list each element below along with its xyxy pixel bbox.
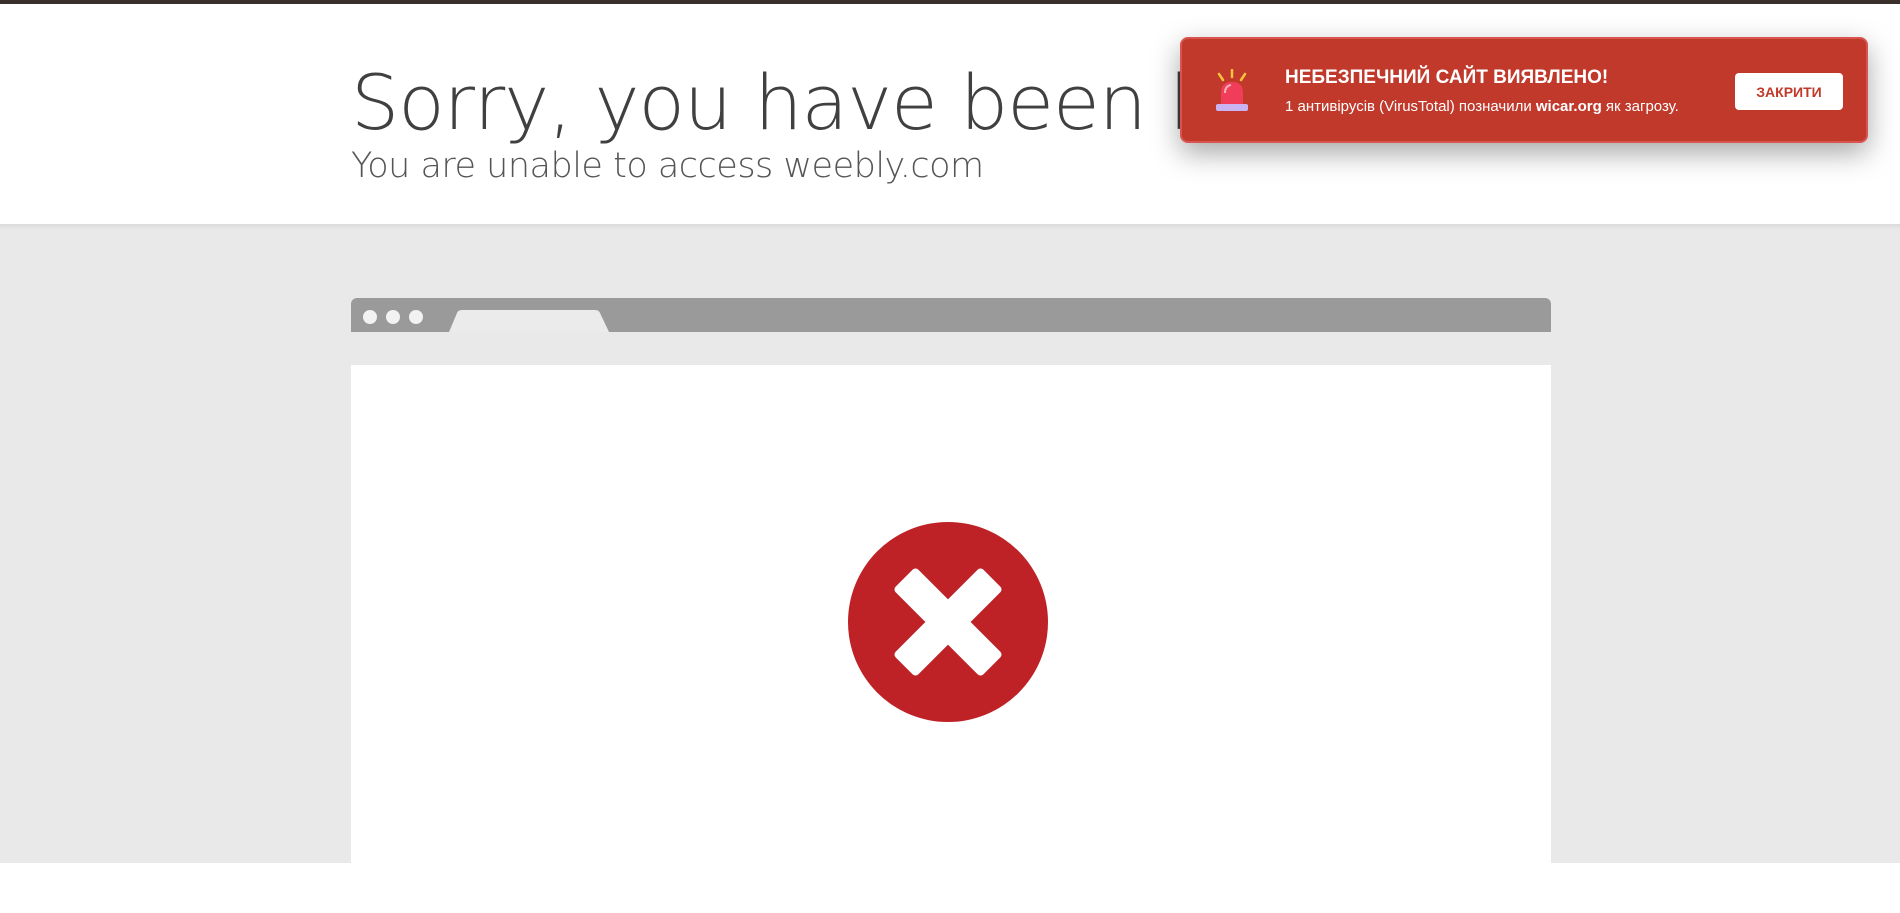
browser-illustration-bar (351, 298, 1551, 332)
siren-icon (1216, 69, 1248, 111)
browser-tab-shape (449, 310, 609, 332)
window-dot (363, 310, 377, 324)
footer-strip (0, 863, 1900, 913)
notification-title: НЕБЕЗПЕЧНИЙ САЙТ ВИЯВЛЕНО! (1285, 67, 1609, 88)
danger-site-notification: НЕБЕЗПЕЧНИЙ САЙТ ВИЯВЛЕНО! 1 антивірусів… (1180, 37, 1868, 143)
window-dot (386, 310, 400, 324)
notification-message-suffix: як загрозу. (1601, 98, 1679, 115)
flagged-domain: wicar.org (1535, 98, 1602, 115)
page-subtitle: You are unable to access weebly.com (351, 146, 984, 186)
notification-message: 1 антивірусів (VirusTotal) позначили wic… (1285, 98, 1679, 115)
close-button[interactable]: ЗАКРИТИ (1735, 73, 1843, 110)
window-dot (409, 310, 423, 324)
error-x-icon (848, 522, 1048, 722)
notification-message-prefix: 1 антивірусів (VirusTotal) позначили (1285, 98, 1536, 115)
browser-illustration-body (351, 365, 1551, 863)
